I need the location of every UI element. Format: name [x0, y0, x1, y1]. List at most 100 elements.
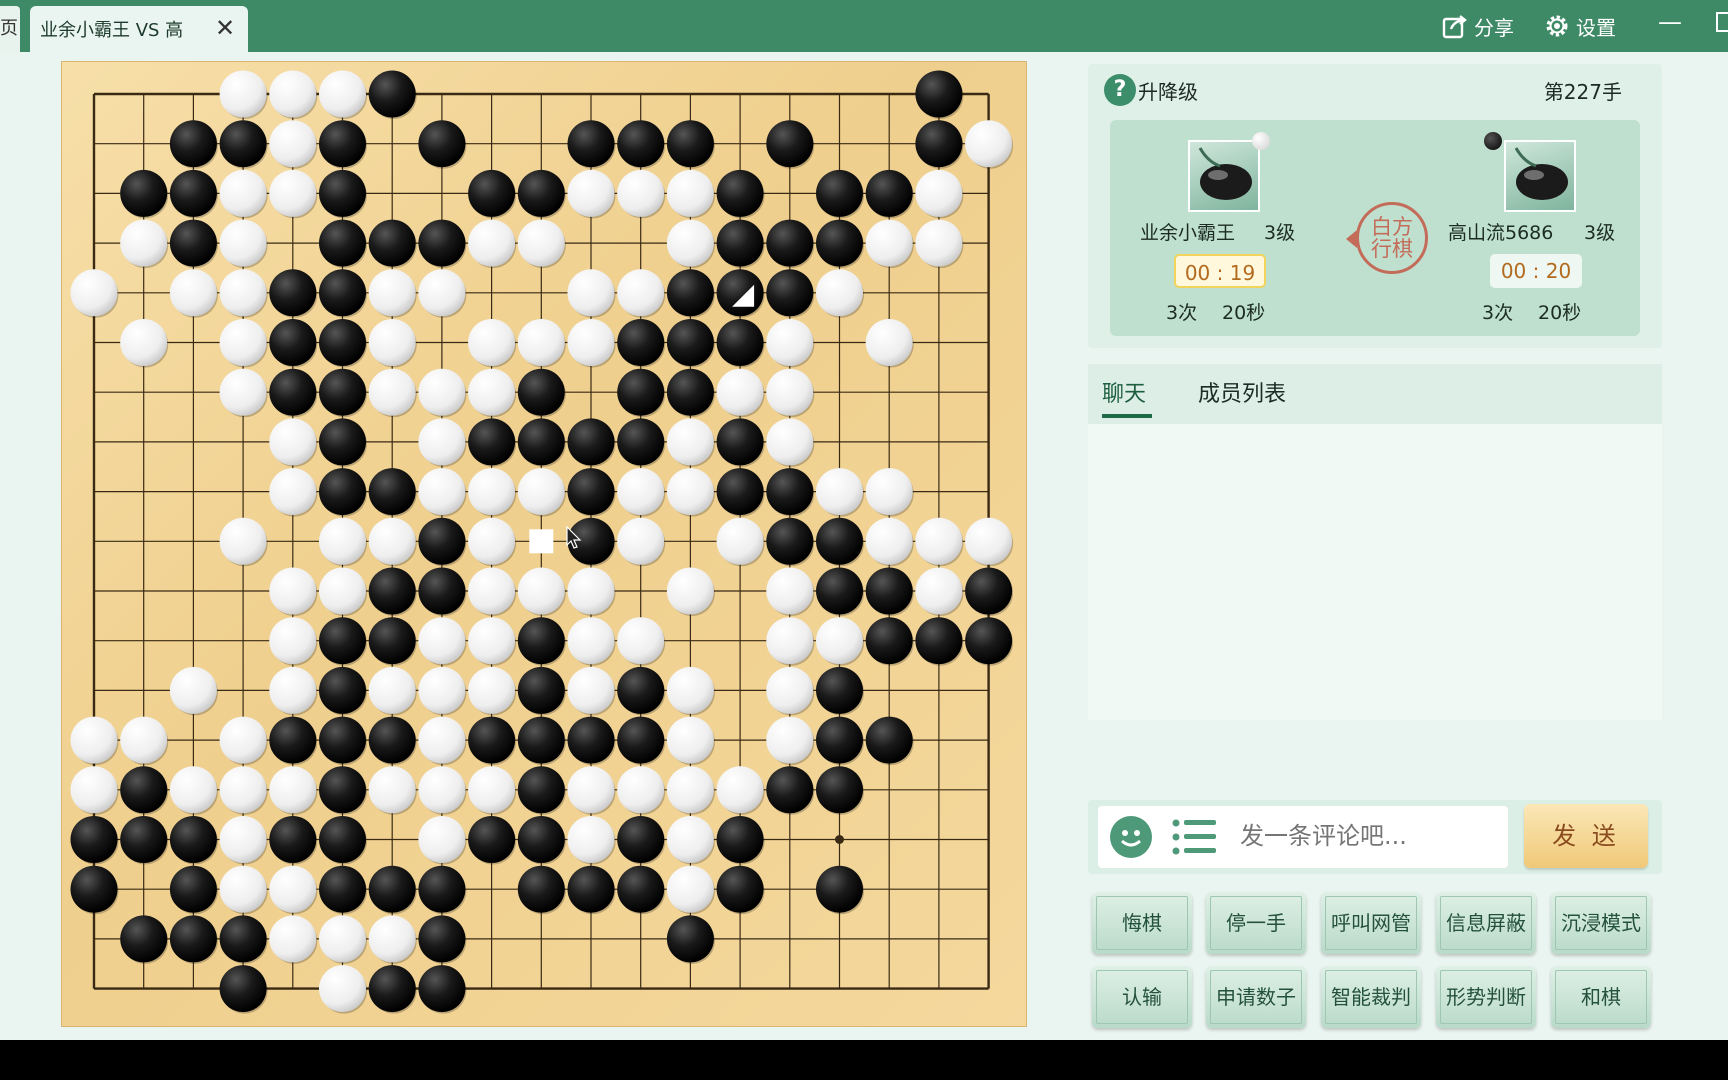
black-stone [319, 169, 366, 217]
black-stone [368, 468, 416, 516]
black-stone [368, 716, 416, 764]
white-stone [120, 319, 168, 366]
undo-button[interactable]: 悔棋 [1092, 892, 1192, 954]
immersive-mode-button[interactable]: 沉浸模式 [1551, 892, 1651, 954]
hover-marker [529, 529, 554, 554]
go-board[interactable] [62, 62, 1026, 1026]
minimize-button[interactable]: — [1658, 8, 1682, 36]
home-tab[interactable]: 页 [0, 6, 20, 52]
black-stone [319, 368, 366, 416]
white-stone [319, 517, 366, 565]
black-stone [269, 319, 317, 366]
black-stone [865, 716, 913, 764]
white-stone [716, 766, 764, 814]
send-button[interactable]: 发 送 [1524, 804, 1648, 868]
white-stone [567, 666, 615, 714]
white-stone [766, 666, 814, 714]
share-label: 分享 [1474, 15, 1514, 40]
white-stone [666, 666, 714, 714]
call-admin-button[interactable]: 呼叫网管 [1321, 892, 1421, 954]
white-stone [517, 567, 565, 615]
emoji-icon[interactable] [1110, 816, 1152, 858]
white-stone [269, 567, 317, 615]
black-stone [219, 915, 267, 963]
white-stone [269, 169, 317, 217]
black-stone [418, 965, 466, 1013]
resign-button[interactable]: 认输 [1092, 966, 1192, 1028]
request-count-button[interactable]: 申请数子 [1206, 966, 1306, 1028]
white-stone [418, 368, 466, 416]
white-stone [319, 915, 366, 963]
black-stone [567, 120, 615, 168]
white-stone [269, 120, 317, 168]
white-stone [567, 617, 615, 665]
black-stone [716, 319, 764, 366]
maximize-icon[interactable] [1716, 12, 1728, 32]
black-stone [666, 319, 714, 366]
white-stone [666, 219, 714, 267]
share-button[interactable]: 分享 [1442, 10, 1514, 42]
black-stone [517, 816, 565, 863]
white-stone [766, 418, 814, 466]
comment-input[interactable] [1240, 822, 1480, 850]
white-stone [517, 219, 565, 267]
black-stone [865, 567, 913, 615]
black-stone [766, 468, 814, 516]
star-point [835, 835, 844, 844]
white-stone [269, 915, 317, 963]
player-left-byo-time: 20秒 [1222, 302, 1266, 324]
black-stone [368, 965, 416, 1013]
ai-referee-button[interactable]: 智能裁判 [1321, 966, 1421, 1028]
white-stone [169, 269, 217, 317]
pass-button[interactable]: 停一手 [1206, 892, 1306, 954]
black-stone [418, 865, 466, 913]
white-stone [70, 269, 118, 317]
black-stone [617, 368, 665, 416]
draw-button[interactable]: 和棋 [1551, 966, 1651, 1028]
list-icon[interactable] [1172, 818, 1218, 856]
white-stone [269, 865, 317, 913]
help-icon[interactable]: ? [1104, 74, 1136, 106]
white-stone [915, 567, 963, 615]
tab-chat[interactable]: 聊天 [1102, 376, 1146, 408]
black-stone [517, 666, 565, 714]
game-tab[interactable]: 业余小霸王 VS 高 ✕ [30, 6, 248, 52]
player-right-avatar[interactable] [1504, 140, 1576, 212]
settings-button[interactable]: 设置 [1544, 10, 1616, 42]
white-stone [666, 169, 714, 217]
white-stone [965, 120, 1013, 168]
black-stone [865, 169, 913, 217]
comment-box[interactable] [1098, 806, 1508, 868]
go-stone-avatar-icon [1514, 147, 1568, 200]
black-stone [567, 468, 615, 516]
white-stone [865, 468, 913, 516]
white-stone [666, 766, 714, 814]
black-stone [816, 219, 863, 267]
situation-judge-button[interactable]: 形势判断 [1436, 966, 1536, 1028]
black-stone [418, 915, 466, 963]
black-stone [368, 617, 416, 665]
board-canvas[interactable] [62, 62, 1026, 1026]
player-left-rank: 3级 [1264, 222, 1296, 244]
black-stone [517, 418, 565, 466]
white-stone [269, 418, 317, 466]
block-info-button[interactable]: 信息屏蔽 [1436, 892, 1536, 954]
black-stone [319, 766, 366, 814]
white-stone [865, 319, 913, 366]
white-stone [418, 617, 466, 665]
white-stone [766, 368, 814, 416]
white-stone [617, 766, 665, 814]
go-stone-avatar-icon [1198, 147, 1252, 200]
player-left-avatar[interactable] [1188, 140, 1260, 212]
white-stone [468, 517, 516, 565]
black-stone [319, 418, 366, 466]
tab-members[interactable]: 成员列表 [1198, 376, 1286, 408]
black-stone [666, 120, 714, 168]
close-tab-icon[interactable]: ✕ [212, 15, 238, 41]
black-stone [716, 468, 764, 516]
black-stone [816, 766, 863, 814]
black-stone [716, 269, 764, 317]
white-stone [468, 617, 516, 665]
black-stone [816, 666, 863, 714]
white-stone [666, 716, 714, 764]
